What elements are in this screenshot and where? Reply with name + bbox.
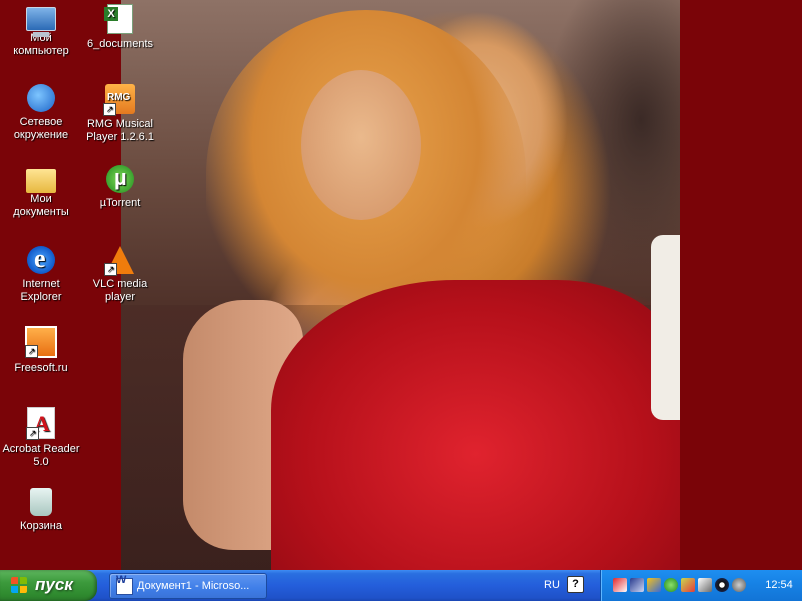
desktop-icon-label: Internet Explorer [20,278,62,303]
taskbar: пуск Документ1 - Microso... RU ? 12:54 [0,570,802,601]
clock[interactable]: 12:54 [759,570,799,601]
tray-app-icon-1[interactable] [613,578,627,592]
desktop-icon-my-documents[interactable]: Мои документы [1,165,81,219]
tray-app-icon-8[interactable] [732,578,746,592]
taskbar-task-word-document[interactable]: Документ1 - Microso... [109,573,267,599]
tray-app-icon-6[interactable] [698,578,712,592]
my-computer-icon [26,7,56,37]
desktop-icon-label: RMG Musical Player 1.2.6.1 [86,118,154,143]
start-button[interactable]: пуск [0,570,97,601]
desktop-icon-label: Сетевое окружение [13,116,69,141]
desktop-icon-label: µTorrent [99,197,141,209]
wallpaper-photo [121,0,680,570]
vlc-icon [104,246,134,276]
desktop-icon-recycle-bin[interactable]: Корзина [1,488,81,533]
language-indicator[interactable]: RU [540,576,564,594]
acrobat-reader-icon [26,407,55,440]
desktop-icon-vlc[interactable]: VLC media player [80,246,160,304]
desktop-icon-label: 6_documents [86,38,154,50]
desktop-icon-network[interactable]: Сетевое окружение [1,84,81,142]
tray-app-icon-3[interactable] [647,578,661,592]
utorrent-icon [106,165,134,193]
freesoft-icon [25,326,57,358]
desktop-icon-internet-explorer[interactable]: Internet Explorer [1,244,81,304]
windows-flag-icon [11,577,28,594]
desktop-icon-acrobat-reader[interactable]: Acrobat Reader 5.0 [1,407,81,469]
desktop-icon-label: VLC media player [92,278,148,303]
desktop-icon-label: Корзина [20,520,62,532]
taskbar-task-label: Документ1 - Microso... [137,580,250,592]
internet-explorer-icon [27,244,55,274]
tray-app-icon-2[interactable] [630,578,644,592]
desktop-icon-utorrent[interactable]: µTorrent [80,165,160,210]
desktop: Мой компьютер Сетевое окружение Мои доку… [0,0,802,570]
excel-document-icon [104,4,133,34]
network-neighborhood-icon [27,84,55,112]
my-documents-icon [26,169,56,193]
system-tray: 12:54 [600,570,802,601]
desktop-icon-label: Мои документы [13,193,69,218]
start-button-label: пуск [35,575,73,594]
desktop-icon-6-documents[interactable]: 6_documents [80,4,160,51]
recycle-bin-icon [30,488,52,516]
desktop-icon-rmg-player[interactable]: RMG Musical Player 1.2.6.1 [80,84,160,144]
desktop-icon-my-computer[interactable]: Мой компьютер [1,4,81,58]
desktop-icon-freesoft[interactable]: Freesoft.ru [1,326,81,375]
word-document-icon [116,574,133,595]
rmg-player-icon [103,84,135,116]
desktop-icon-label: Freesoft.ru [14,362,68,374]
tray-app-icon-7[interactable] [715,578,729,592]
help-icon[interactable]: ? [567,576,584,593]
tray-app-icon-5[interactable] [681,578,695,592]
tray-app-icon-4[interactable] [664,578,678,592]
desktop-icon-label: Acrobat Reader 5.0 [2,443,80,468]
